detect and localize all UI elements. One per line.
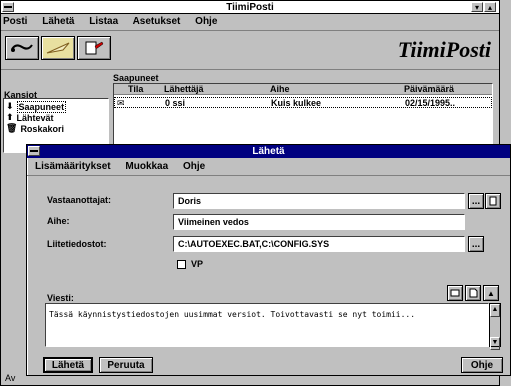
attachments-browse-button[interactable]: ... — [468, 236, 484, 252]
message-label: Viesti: — [47, 293, 74, 303]
menu-posti[interactable]: Posti — [3, 16, 27, 27]
subject-label: Aihe: — [47, 216, 70, 226]
scroll-down-arrow[interactable]: ▼ — [490, 337, 500, 350]
app-logo-text: TiimiPosti — [397, 37, 491, 62]
maximize-button[interactable]: ▴ — [484, 2, 496, 12]
help-button[interactable]: Ohje — [461, 357, 503, 373]
address-book-icon[interactable] — [485, 193, 501, 209]
attachments-label: Liitetiedostot: — [47, 239, 107, 249]
folder-item-saapuneet[interactable]: ⬇ Saapuneet — [6, 100, 67, 113]
folder-item-lahtevat[interactable]: ⬆ Lähtevät — [6, 112, 54, 123]
collapse-up-icon[interactable]: ▲ — [483, 285, 499, 301]
main-toolbar: TiimiPosti — [1, 30, 499, 70]
menu-muokkaa[interactable]: Muokkaa — [125, 161, 168, 172]
column-header-tila[interactable]: Tila — [128, 84, 143, 94]
format-icon[interactable] — [447, 285, 463, 301]
menu-listaa[interactable]: Listaa — [89, 16, 118, 27]
row-date: 02/15/1995.. — [405, 98, 456, 108]
message-body[interactable]: Tässä käynnistystiedostojen uusimmat ver… — [45, 303, 489, 347]
envelope-icon: ✉ — [117, 98, 125, 108]
column-header-aihe[interactable]: Aihe — [270, 84, 290, 94]
main-menu-bar: Posti Lähetä Listaa Asetukset Ohje — [3, 15, 499, 29]
page-icon[interactable] — [465, 285, 481, 301]
main-window-title: TiimiPosti — [226, 2, 274, 13]
main-title-bar[interactable]: TiimiPosti ▾ ▴ — [1, 1, 499, 14]
message-list: Tila Lähettäjä Aihe Päivämäärä ✉ 0 ssi K… — [113, 83, 493, 153]
message-scrollbar[interactable]: ▲ ▼ — [489, 303, 501, 350]
trash-icon: 🗑 — [6, 123, 18, 133]
send-dialog-title-bar[interactable]: Lähetä — [27, 145, 510, 158]
cancel-button[interactable]: Peruuta — [99, 357, 153, 373]
subject-field[interactable]: Viimeinen vedos — [173, 214, 465, 230]
send-dialog-menu-bar: Lisämääritykset Muokkaa Ohje — [35, 160, 217, 174]
column-header-lahettaja[interactable]: Lähettäjä — [164, 84, 204, 94]
menu-separator — [27, 175, 510, 176]
menu-ohje[interactable]: Ohje — [195, 16, 217, 27]
vip-checkbox[interactable] — [177, 260, 186, 269]
send-button[interactable]: Lähetä — [43, 357, 93, 373]
column-header-paivamaara[interactable]: Päivämäärä — [404, 84, 454, 94]
folder-item-roskakori[interactable]: 🗑 Roskakori — [6, 123, 64, 134]
taskbar-fragment[interactable]: Av — [5, 373, 15, 383]
row-sender: 0 ssi — [165, 98, 186, 108]
scroll-up-arrow[interactable]: ▲ — [490, 304, 500, 317]
attachments-field[interactable]: C:\AUTOEXEC.BAT,C:\CONFIG.SYS — [173, 236, 465, 252]
inbox-arrow-icon: ⬇ — [6, 101, 14, 111]
table-row[interactable]: ✉ 0 ssi Kuis kulkee 02/15/1995.. — [114, 97, 492, 108]
vip-checkbox-label: VP — [191, 259, 204, 269]
menu-lisamaaritykset[interactable]: Lisämääritykset — [35, 161, 111, 172]
row-subject: Kuis kulkee — [271, 98, 322, 108]
phone-hook-icon[interactable] — [5, 36, 39, 60]
send-dialog: Lähetä Lisämääritykset Muokkaa Ohje Vast… — [26, 144, 511, 376]
recipients-label: Vastaanottajat: — [47, 195, 112, 205]
menu-laheta[interactable]: Lähetä — [42, 16, 74, 27]
feather-pen-icon[interactable] — [41, 36, 75, 60]
edit-copy-icon[interactable] — [77, 36, 111, 60]
message-list-title: Saapuneet — [113, 73, 159, 83]
minimize-button[interactable]: ▾ — [471, 2, 483, 12]
message-text: Tässä käynnistystiedostojen uusimmat ver… — [49, 310, 416, 319]
outbox-arrow-icon: ⬆ — [6, 112, 14, 122]
menu-dialog-ohje[interactable]: Ohje — [183, 161, 205, 172]
send-dialog-title: Lähetä — [252, 146, 285, 157]
message-list-header: Tila Lähettäjä Aihe Päivämäärä — [114, 84, 492, 95]
recipients-browse-button[interactable]: ... — [468, 193, 484, 209]
menu-asetukset[interactable]: Asetukset — [133, 16, 181, 27]
recipients-field[interactable]: Doris — [173, 193, 465, 209]
